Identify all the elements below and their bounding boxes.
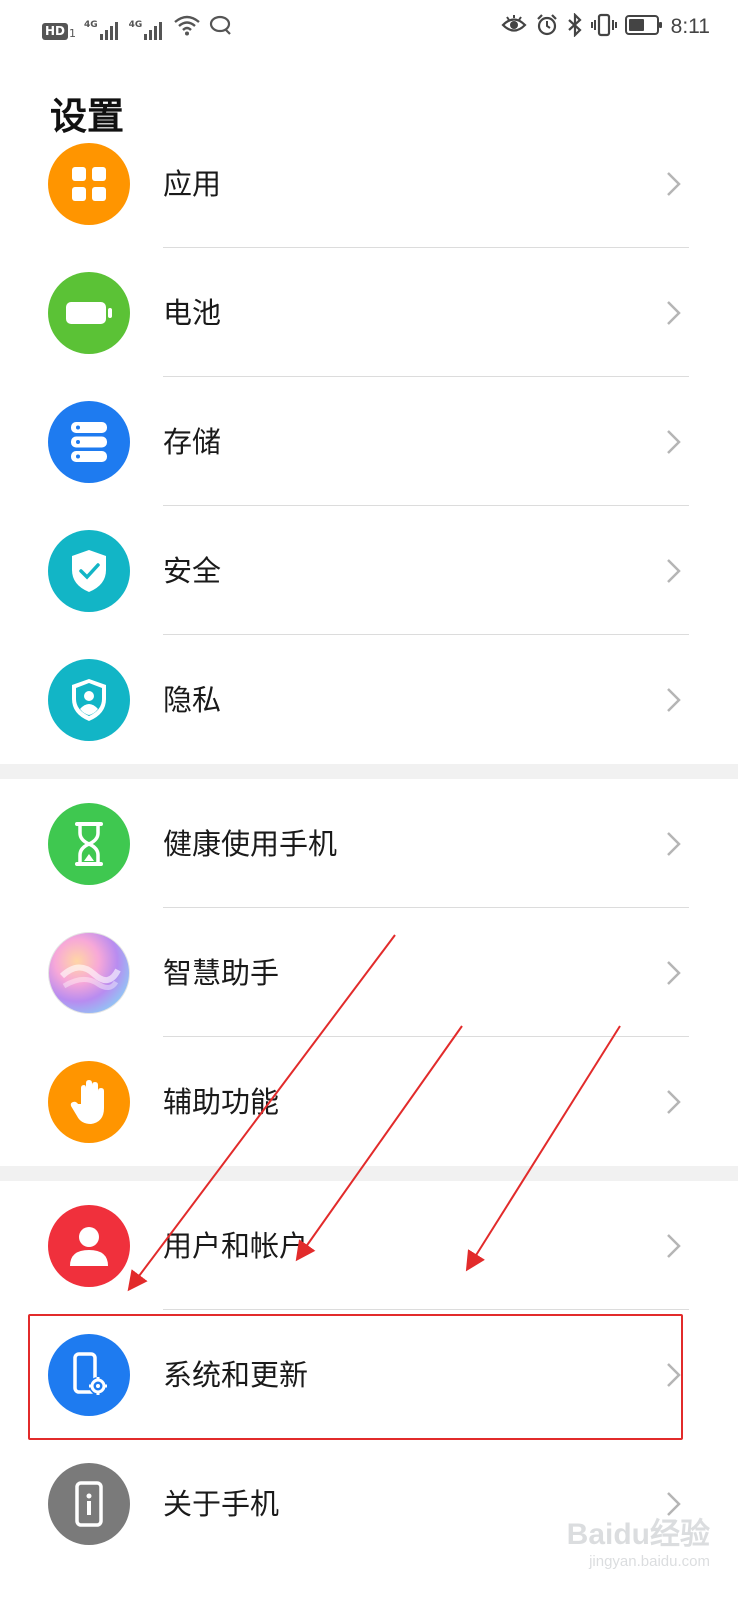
divider xyxy=(163,247,689,248)
signal-sim1-icon: 4G xyxy=(84,20,121,40)
user-icon xyxy=(48,1205,130,1287)
alarm-icon xyxy=(535,13,559,41)
settings-item-security[interactable]: 安全 xyxy=(0,507,738,635)
chevron-right-icon xyxy=(667,688,681,712)
settings-screen: HD 1 4G 4G 8:11 设置 应用 电池 存储 安全 隐私 健康使用手机… xyxy=(0,0,738,1600)
settings-item-users-accounts[interactable]: 用户和帐户 xyxy=(0,1182,738,1310)
settings-item-accessibility[interactable]: 辅助功能 xyxy=(0,1038,738,1166)
chevron-right-icon xyxy=(667,961,681,985)
privacy-shield-icon xyxy=(48,659,130,741)
apps-grid-icon xyxy=(48,143,130,225)
divider xyxy=(163,1036,689,1037)
settings-item-digital-balance[interactable]: 健康使用手机 xyxy=(0,780,738,908)
divider xyxy=(163,634,689,635)
settings-item-label: 关于手机 xyxy=(163,1487,280,1521)
status-right: 8:11 xyxy=(501,12,710,42)
hand-icon xyxy=(48,1061,130,1143)
battery-icon xyxy=(624,14,663,40)
chat-notification-icon xyxy=(209,14,233,40)
chevron-right-icon xyxy=(667,832,681,856)
settings-item-storage[interactable]: 存储 xyxy=(0,378,738,506)
watermark: Baidu经验 jingyan.baidu.com xyxy=(567,1509,710,1570)
settings-item-label: 存储 xyxy=(163,425,222,459)
highlight-box xyxy=(28,1314,683,1440)
settings-item-label: 应用 xyxy=(163,167,222,201)
settings-item-smart-assistant[interactable]: 智慧助手 xyxy=(0,909,738,1037)
signal-sim2-icon: 4G xyxy=(129,20,166,40)
assistant-orb-icon xyxy=(48,932,130,1014)
chevron-right-icon xyxy=(667,301,681,325)
settings-item-battery[interactable]: 电池 xyxy=(0,249,738,377)
settings-item-label: 辅助功能 xyxy=(163,1085,280,1119)
settings-item-label: 隐私 xyxy=(163,683,222,717)
divider xyxy=(163,907,689,908)
divider xyxy=(163,376,689,377)
settings-item-label: 电池 xyxy=(163,296,222,330)
chevron-right-icon xyxy=(667,172,681,196)
hd-sim-index: 1 xyxy=(69,27,77,40)
eye-comfort-icon xyxy=(501,14,527,40)
divider xyxy=(163,505,689,506)
chevron-right-icon xyxy=(667,1234,681,1258)
settings-item-apps[interactable]: 应用 xyxy=(0,120,738,248)
section-divider xyxy=(0,1166,738,1181)
phone-info-icon xyxy=(48,1463,130,1545)
status-bar: HD 1 4G 4G 8:11 xyxy=(0,0,738,56)
settings-item-label: 智慧助手 xyxy=(163,956,280,990)
clock: 8:11 xyxy=(670,15,710,38)
chevron-right-icon xyxy=(667,1090,681,1114)
bluetooth-icon xyxy=(567,12,583,41)
settings-item-privacy[interactable]: 隐私 xyxy=(0,636,738,764)
section-divider xyxy=(0,764,738,779)
settings-item-label: 安全 xyxy=(163,554,222,588)
wifi-icon xyxy=(173,14,201,40)
status-left: HD 1 4G 4G xyxy=(42,14,233,40)
storage-icon xyxy=(48,401,130,483)
chevron-right-icon xyxy=(667,430,681,454)
settings-item-label: 用户和帐户 xyxy=(163,1229,309,1263)
divider xyxy=(163,1309,689,1310)
hd-voice-badge: HD xyxy=(42,23,69,40)
hourglass-icon xyxy=(48,803,130,885)
chevron-right-icon xyxy=(667,559,681,583)
settings-item-label: 健康使用手机 xyxy=(163,827,338,861)
vibrate-icon xyxy=(590,13,617,41)
watermark-main: Baidu经验 xyxy=(566,1518,710,1551)
battery-icon xyxy=(48,272,130,354)
shield-check-icon xyxy=(48,530,130,612)
watermark-sub: jingyan.baidu.com xyxy=(589,1553,710,1570)
